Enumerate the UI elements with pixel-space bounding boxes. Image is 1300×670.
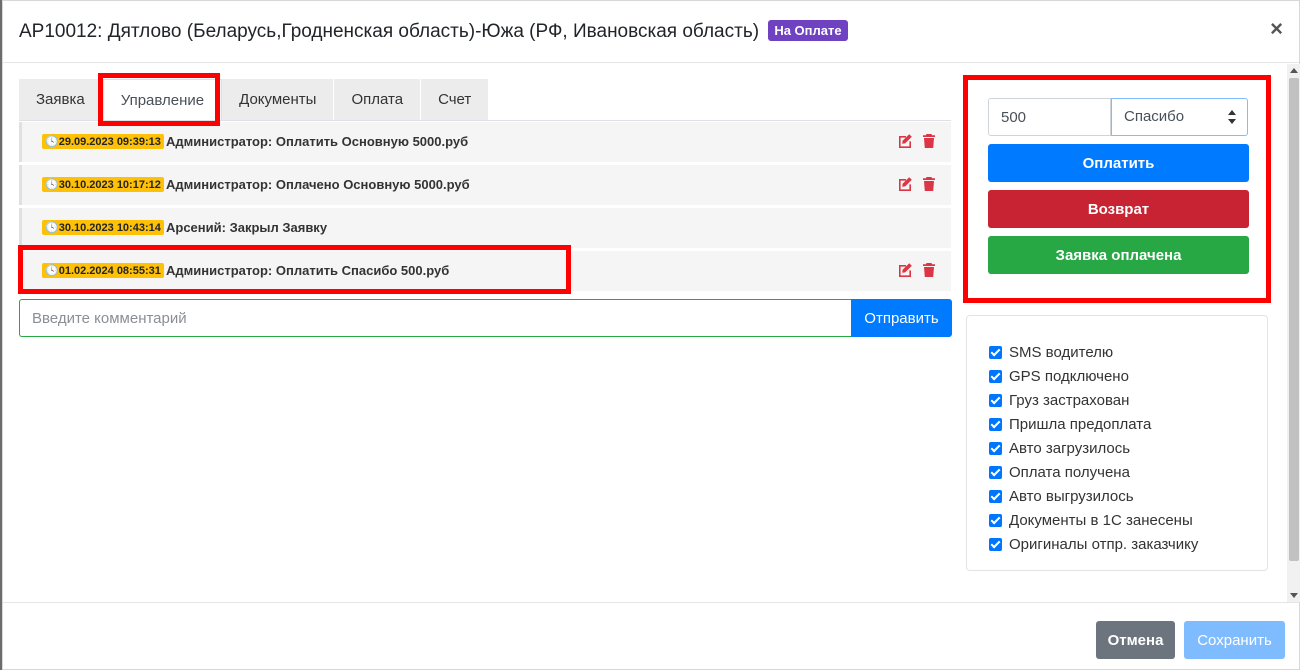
checkbox[interactable] xyxy=(989,417,1002,431)
checklist-item[interactable]: Груз застрахован xyxy=(989,388,1198,412)
checklist-item[interactable]: Оригиналы отпр. заказчику xyxy=(989,532,1198,556)
history-item: 🕓30.10.2023 10:17:12 Администратор: Опла… xyxy=(19,165,951,205)
history-actions xyxy=(897,262,937,278)
checkbox[interactable] xyxy=(989,369,1002,383)
scrollbar[interactable] xyxy=(1287,64,1300,602)
close-icon[interactable]: × xyxy=(1270,16,1283,42)
history-text: Арсений: Закрыл Заявку xyxy=(166,220,328,235)
checklist-label: GPS подключено xyxy=(1009,367,1129,385)
checkbox[interactable] xyxy=(989,393,1002,407)
checkbox[interactable] xyxy=(989,489,1002,503)
pay-button[interactable]: Оплатить xyxy=(988,144,1249,182)
recipient-value: Спасибо xyxy=(1124,108,1185,125)
history-text: Администратор: Оплатить Спасибо 500.руб xyxy=(166,263,450,278)
scroll-up-icon[interactable] xyxy=(1290,68,1298,73)
checklist-label: Авто выгрузилось xyxy=(1009,487,1134,505)
tab-management[interactable]: Управление xyxy=(102,79,223,121)
checklist-item[interactable]: Авто загрузилось xyxy=(989,436,1198,460)
checklist-item[interactable]: Пришла предоплата xyxy=(989,412,1198,436)
edit-icon[interactable] xyxy=(897,176,913,192)
comment-form: Отправить xyxy=(19,299,952,337)
history-list: 🕓29.09.2023 09:39:13 Администратор: Опла… xyxy=(19,122,951,294)
checklist-label: Оригиналы отпр. заказчику xyxy=(1009,535,1199,553)
history-actions xyxy=(897,133,937,149)
select-arrows-icon xyxy=(1228,110,1236,124)
refund-button[interactable]: Возврат xyxy=(988,190,1249,228)
checklist-item[interactable]: Документы в 1С занесены xyxy=(989,508,1198,532)
history-date-badge: 🕓30.10.2023 10:43:14 xyxy=(42,220,164,235)
edit-icon[interactable] xyxy=(897,133,913,149)
tab-bar: Заявка Управление Документы Оплата Счет xyxy=(19,79,490,121)
checklist-label: Документы в 1С занесены xyxy=(1009,511,1193,529)
history-date-badge: 🕓01.02.2024 08:55:31 xyxy=(42,263,164,278)
trash-icon[interactable] xyxy=(921,262,937,278)
checklist-item[interactable]: Авто выгрузилось xyxy=(989,484,1198,508)
tabs-divider xyxy=(19,120,951,121)
order-title: АР10012: Дятлово (Беларусь,Гродненская о… xyxy=(19,21,760,42)
tab-invoice[interactable]: Счет xyxy=(421,79,490,121)
history-item: 🕓01.02.2024 08:55:31 Администратор: Опла… xyxy=(19,251,951,291)
amount-input[interactable] xyxy=(988,98,1111,136)
send-button[interactable]: Отправить xyxy=(851,299,952,337)
checklist-item[interactable]: GPS подключено xyxy=(989,364,1198,388)
history-date-badge: 🕓29.09.2023 09:39:13 xyxy=(42,134,164,149)
tab-documents[interactable]: Документы xyxy=(222,79,335,121)
scroll-down-icon[interactable] xyxy=(1290,593,1298,598)
history-text: Администратор: Оплачено Основную 5000.ру… xyxy=(166,177,470,192)
scroll-thumb[interactable] xyxy=(1289,78,1299,561)
mark-paid-button[interactable]: Заявка оплачена xyxy=(988,236,1249,274)
cancel-button[interactable]: Отмена xyxy=(1096,621,1175,659)
checkbox[interactable] xyxy=(989,345,1002,359)
edit-icon[interactable] xyxy=(897,262,913,278)
amount-row: Спасибо xyxy=(988,98,1248,136)
history-text: Администратор: Оплатить Основную 5000.ру… xyxy=(166,134,469,149)
trash-icon[interactable] xyxy=(921,176,937,192)
checkbox[interactable] xyxy=(989,441,1002,455)
history-actions xyxy=(897,176,937,192)
modal-title: АР10012: Дятлово (Беларусь,Гродненская о… xyxy=(19,20,848,43)
checklist-label: SMS водителю xyxy=(1009,343,1114,361)
history-item: 🕓29.09.2023 09:39:13 Администратор: Опла… xyxy=(19,122,951,162)
checkbox[interactable] xyxy=(989,465,1002,479)
checklist-label: Пришла предоплата xyxy=(1009,415,1152,433)
order-modal: АР10012: Дятлово (Беларусь,Гродненская о… xyxy=(2,0,1300,670)
save-button[interactable]: Сохранить xyxy=(1184,621,1285,659)
history-date-badge: 🕓30.10.2023 10:17:12 xyxy=(42,177,164,192)
modal-header: АР10012: Дятлово (Беларусь,Гродненская о… xyxy=(3,1,1299,63)
tab-payment[interactable]: Оплата xyxy=(334,79,422,121)
checkbox[interactable] xyxy=(989,537,1002,551)
checklist-label: Груз застрахован xyxy=(1009,391,1130,409)
checklist-label: Оплата получена xyxy=(1009,463,1130,481)
status-badge: На Оплате xyxy=(768,20,848,41)
checklist-label: Авто загрузилось xyxy=(1009,439,1131,457)
checklist: SMS водителю GPS подключено Груз застрах… xyxy=(989,340,1198,556)
checkbox[interactable] xyxy=(989,513,1002,527)
history-item: 🕓30.10.2023 10:43:14 Арсений: Закрыл Зая… xyxy=(19,208,951,248)
checklist-card: SMS водителю GPS подключено Груз застрах… xyxy=(966,315,1268,571)
comment-input[interactable] xyxy=(19,299,851,337)
trash-icon[interactable] xyxy=(921,133,937,149)
modal-footer: Отмена Сохранить xyxy=(3,602,1299,670)
recipient-select[interactable]: Спасибо xyxy=(1111,98,1248,136)
checklist-item[interactable]: SMS водителю xyxy=(989,340,1198,364)
payment-panel: Спасибо Оплатить Возврат Заявка оплачена xyxy=(988,98,1249,274)
checklist-item[interactable]: Оплата получена xyxy=(989,460,1198,484)
tab-request[interactable]: Заявка xyxy=(19,79,103,121)
